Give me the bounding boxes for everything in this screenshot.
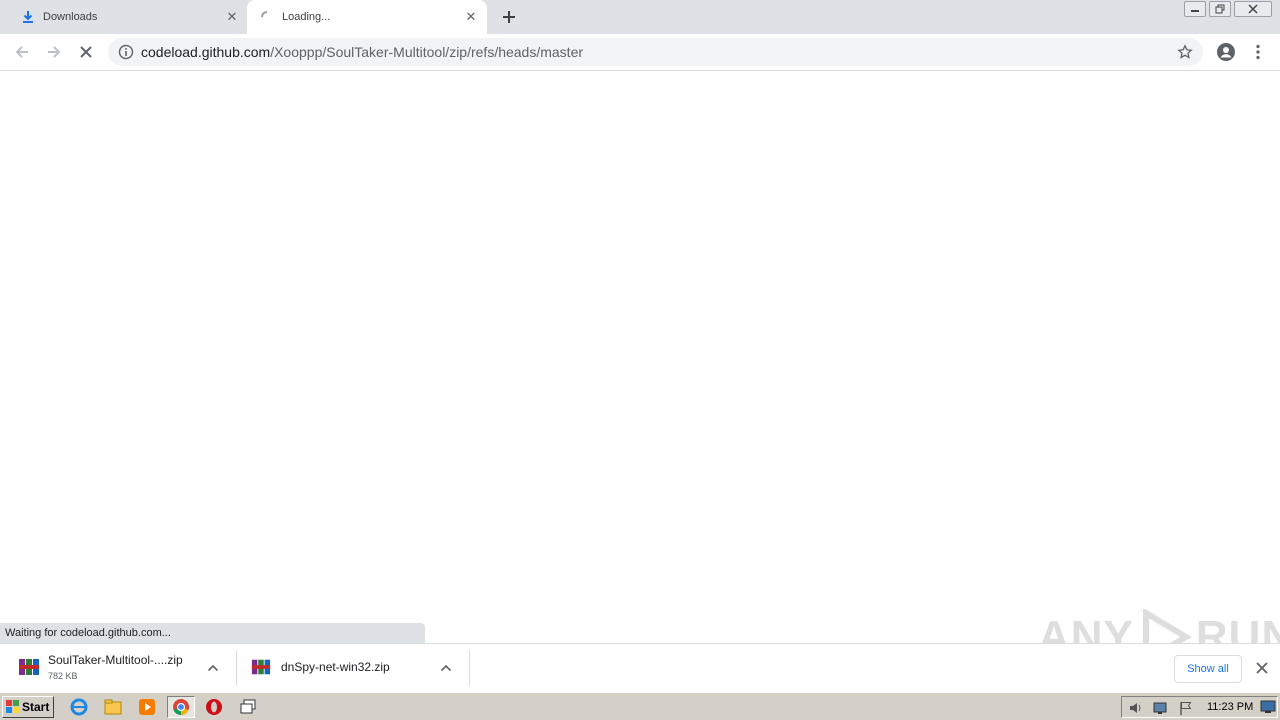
restore-icon bbox=[1215, 4, 1225, 14]
page-content bbox=[0, 72, 1280, 623]
chrome-icon[interactable] bbox=[167, 696, 195, 718]
url-text[interactable]: codeload.github.com/Xooppp/SoulTaker-Mul… bbox=[141, 44, 583, 60]
tab-close-icon[interactable]: ✕ bbox=[224, 9, 240, 25]
status-bubble: Waiting for codeload.github.com... bbox=[0, 623, 425, 643]
minimize-button[interactable] bbox=[1184, 1, 1206, 17]
stop-loading-button[interactable] bbox=[74, 40, 98, 64]
download-size: 782 KB bbox=[48, 671, 78, 681]
media-player-icon[interactable] bbox=[137, 697, 157, 717]
toolbar: codeload.github.com/Xooppp/SoulTaker-Mul… bbox=[0, 34, 1280, 71]
system-tray: 11:23 PM bbox=[1121, 696, 1278, 718]
download-filename: SoulTaker-Multitool-....zip bbox=[48, 653, 183, 667]
menu-button[interactable] bbox=[1246, 40, 1270, 64]
volume-icon[interactable] bbox=[1128, 700, 1144, 716]
minimize-icon bbox=[1191, 10, 1199, 12]
url-host: codeload.github.com bbox=[141, 44, 271, 60]
close-icon bbox=[1248, 4, 1258, 14]
start-button[interactable]: Start bbox=[2, 696, 54, 718]
chevron-up-icon[interactable] bbox=[438, 660, 454, 676]
winrar-icon bbox=[18, 656, 40, 678]
plus-icon bbox=[503, 11, 515, 23]
forward-arrow-icon bbox=[48, 46, 61, 58]
download-item[interactable]: dnSpy-net-win32.zip bbox=[237, 644, 469, 692]
forward-button[interactable] bbox=[42, 40, 66, 64]
taskbar: Start 11:23 PM bbox=[0, 692, 1280, 720]
chevron-up-icon[interactable] bbox=[205, 660, 221, 676]
download-shelf: SoulTaker-Multitool-....zip 782 KB dnSpy… bbox=[0, 643, 1280, 692]
download-filename: dnSpy-net-win32.zip bbox=[281, 660, 390, 674]
flag-icon[interactable] bbox=[1178, 700, 1194, 716]
url-path: /Xooppp/SoulTaker-Multitool/zip/refs/hea… bbox=[270, 44, 584, 60]
network-icon[interactable] bbox=[1152, 700, 1168, 716]
download-separator bbox=[469, 650, 470, 686]
winrar-icon bbox=[251, 657, 271, 677]
close-window-button[interactable] bbox=[1234, 1, 1272, 17]
tab-title: Downloads bbox=[43, 11, 98, 23]
opera-icon[interactable] bbox=[204, 697, 224, 717]
windows-logo-icon bbox=[6, 700, 19, 713]
spinner-icon bbox=[259, 9, 275, 25]
close-icon bbox=[1256, 662, 1268, 674]
download-icon bbox=[20, 9, 36, 25]
back-arrow-icon bbox=[15, 46, 28, 58]
info-icon[interactable] bbox=[118, 44, 134, 60]
tab-title: Loading... bbox=[282, 11, 331, 23]
close-shelf-button[interactable] bbox=[1253, 659, 1271, 677]
explorer-icon[interactable] bbox=[103, 697, 123, 717]
switch-windows-icon[interactable] bbox=[238, 697, 258, 717]
tab-close-icon[interactable]: ✕ bbox=[463, 9, 479, 25]
start-label: Start bbox=[22, 700, 50, 714]
show-all-button[interactable]: Show all bbox=[1174, 655, 1242, 683]
ie-icon[interactable] bbox=[69, 697, 89, 717]
address-bar[interactable]: codeload.github.com/Xooppp/SoulTaker-Mul… bbox=[108, 38, 1203, 66]
back-button[interactable] bbox=[10, 40, 34, 64]
restore-button[interactable] bbox=[1209, 1, 1231, 17]
show-desktop-icon[interactable] bbox=[1260, 700, 1276, 716]
profile-button[interactable] bbox=[1214, 40, 1238, 64]
kebab-menu-icon bbox=[1256, 44, 1260, 60]
stop-icon bbox=[80, 46, 92, 58]
new-tab-button[interactable] bbox=[497, 6, 521, 28]
download-item[interactable]: SoulTaker-Multitool-....zip 782 KB bbox=[0, 644, 236, 692]
tab-loading[interactable]: Loading... ✕ bbox=[247, 0, 487, 34]
bookmark-star-icon[interactable] bbox=[1177, 44, 1193, 60]
tab-downloads[interactable]: Downloads ✕ bbox=[0, 0, 246, 34]
tab-strip: Downloads ✕ Loading... ✕ bbox=[0, 0, 1280, 34]
clock[interactable]: 11:23 PM bbox=[1207, 701, 1253, 713]
account-icon bbox=[1217, 43, 1235, 61]
